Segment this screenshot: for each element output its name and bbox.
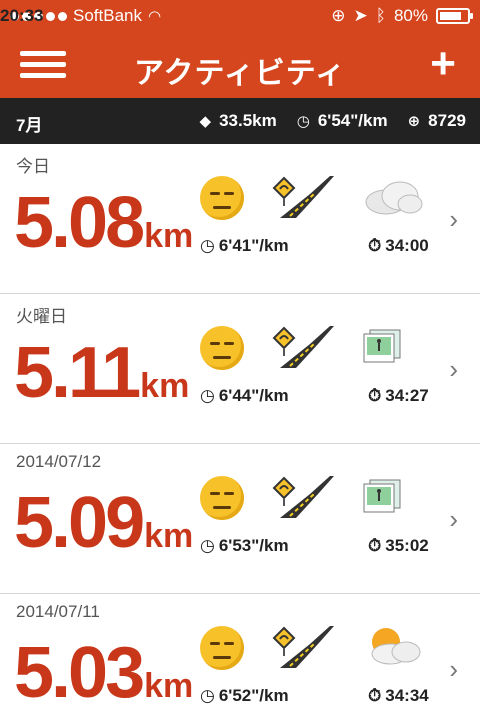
- activity-pace: ◷ 6'53"/km: [200, 536, 289, 556]
- duration-value: 35:02: [385, 536, 429, 555]
- activity-pace: ◷ 6'44"/km: [200, 386, 289, 406]
- terrain-road-icon: [272, 476, 334, 518]
- add-button[interactable]: +: [430, 42, 456, 86]
- mood-icon: [200, 626, 244, 670]
- distance-value: 5.08: [14, 183, 145, 263]
- diamond-icon: ◆: [199, 113, 212, 130]
- speedometer-icon: ◷: [200, 686, 215, 705]
- battery-icon: [436, 8, 473, 24]
- distance-unit: km: [140, 367, 190, 405]
- distance-value: 5.09: [14, 483, 145, 563]
- distance-unit: km: [144, 217, 194, 255]
- activity-distance: 5.03km: [14, 632, 193, 714]
- activity-row[interactable]: 2014/07/11 5.03km ◷ 6'52"/km ⏱ 34:34 ›: [0, 594, 480, 720]
- summary-pace: ◷ 6'54"/km: [297, 111, 388, 131]
- bluetooth-icon: ᛒ: [375, 6, 386, 25]
- speedometer-icon: ◷: [296, 113, 310, 130]
- stopwatch-icon: ⏱: [368, 236, 382, 255]
- photo-icon: [363, 479, 401, 513]
- monthly-summary: 7月 ◆ 33.5km ◷ 6'54"/km ⊕ 8729: [0, 98, 480, 144]
- summary-fuel: ⊕ 8729: [408, 111, 466, 131]
- activity-date: 2014/07/12: [16, 452, 102, 471]
- chevron-right-icon: ›: [449, 504, 458, 534]
- activity-date: 今日: [16, 157, 50, 176]
- duration-value: 34:00: [385, 236, 429, 255]
- distance-value: 5.03: [14, 633, 145, 713]
- summary-fuel-value: 8729: [428, 111, 466, 130]
- stopwatch-icon: ⏱: [368, 536, 382, 555]
- activity-pace: ◷ 6'52"/km: [200, 686, 289, 706]
- location-icon: ➤: [353, 6, 368, 25]
- status-bar: SoftBank ◠ 20:33 ⊕ ➤ ᛒ 80%: [0, 0, 480, 34]
- stopwatch-icon: ⏱: [368, 686, 382, 705]
- pace-value: 6'41"/km: [218, 236, 289, 255]
- battery-fill: [440, 12, 461, 20]
- rotation-lock-icon: ⊕: [331, 6, 346, 25]
- mood-icon: [200, 476, 244, 520]
- distance-unit: km: [144, 517, 194, 555]
- activity-duration: ⏱ 34:34: [368, 686, 429, 706]
- photo-icon: [363, 329, 401, 363]
- chevron-right-icon: ›: [449, 204, 458, 234]
- distance-unit: km: [144, 667, 194, 705]
- fuel-icon: ⊕: [407, 113, 421, 130]
- activity-duration: ⏱ 35:02: [368, 536, 429, 556]
- activity-row[interactable]: 今日 5.08km ◷ 6'41"/km ⏱ 34:00 ›: [0, 144, 480, 294]
- activity-list: 今日 5.08km ◷ 6'41"/km ⏱ 34:00 › 火曜日 5.11km: [0, 144, 480, 720]
- activity-row[interactable]: 2014/07/12 5.09km ◷ 6'53"/km ⏱ 35:02 ›: [0, 444, 480, 594]
- activity-distance: 5.08km: [14, 182, 193, 264]
- status-right: ⊕ ➤ ᛒ 80%: [331, 6, 473, 26]
- duration-value: 34:34: [385, 686, 429, 705]
- terrain-road-icon: [272, 176, 334, 218]
- page-title: アクティビティ: [134, 57, 346, 90]
- cloud-icon: [365, 181, 423, 215]
- chevron-right-icon: ›: [449, 654, 458, 684]
- distance-value: 5.11: [14, 333, 141, 413]
- pace-value: 6'52"/km: [218, 686, 289, 705]
- chevron-right-icon: ›: [449, 354, 458, 384]
- terrain-road-icon: [272, 326, 334, 368]
- summary-stats: ◆ 33.5km ◷ 6'54"/km ⊕ 8729: [200, 111, 466, 131]
- pace-value: 6'53"/km: [218, 536, 289, 555]
- duration-value: 34:27: [385, 386, 429, 405]
- activity-pace: ◷ 6'41"/km: [200, 236, 289, 256]
- activity-distance: 5.11km: [14, 332, 189, 414]
- activity-duration: ⏱ 34:00: [368, 236, 429, 256]
- summary-distance-value: 33.5km: [219, 111, 277, 130]
- speedometer-icon: ◷: [200, 236, 215, 255]
- activity-date: 火曜日: [16, 307, 67, 326]
- battery-percent: 80%: [393, 6, 428, 25]
- mood-icon: [200, 326, 244, 370]
- activity-duration: ⏱ 34:27: [368, 386, 429, 406]
- stopwatch-icon: ⏱: [368, 386, 382, 405]
- nav-bar: アクティビティ +: [0, 34, 480, 98]
- activity-row[interactable]: 火曜日 5.11km ◷ 6'44"/km ⏱ 34:27 ›: [0, 294, 480, 444]
- activity-date: 2014/07/11: [16, 602, 100, 621]
- summary-distance: ◆ 33.5km: [200, 111, 277, 131]
- mood-icon: [200, 176, 244, 220]
- activity-distance: 5.09km: [14, 482, 193, 564]
- header: SoftBank ◠ 20:33 ⊕ ➤ ᛒ 80% アクティビティ +: [0, 0, 480, 98]
- summary-month: 7月: [16, 116, 43, 135]
- speedometer-icon: ◷: [200, 536, 215, 555]
- pace-value: 6'44"/km: [218, 386, 289, 405]
- speedometer-icon: ◷: [200, 386, 215, 405]
- summary-pace-value: 6'54"/km: [317, 111, 388, 130]
- sun-cloud-icon: [371, 628, 421, 665]
- terrain-road-icon: [272, 626, 334, 668]
